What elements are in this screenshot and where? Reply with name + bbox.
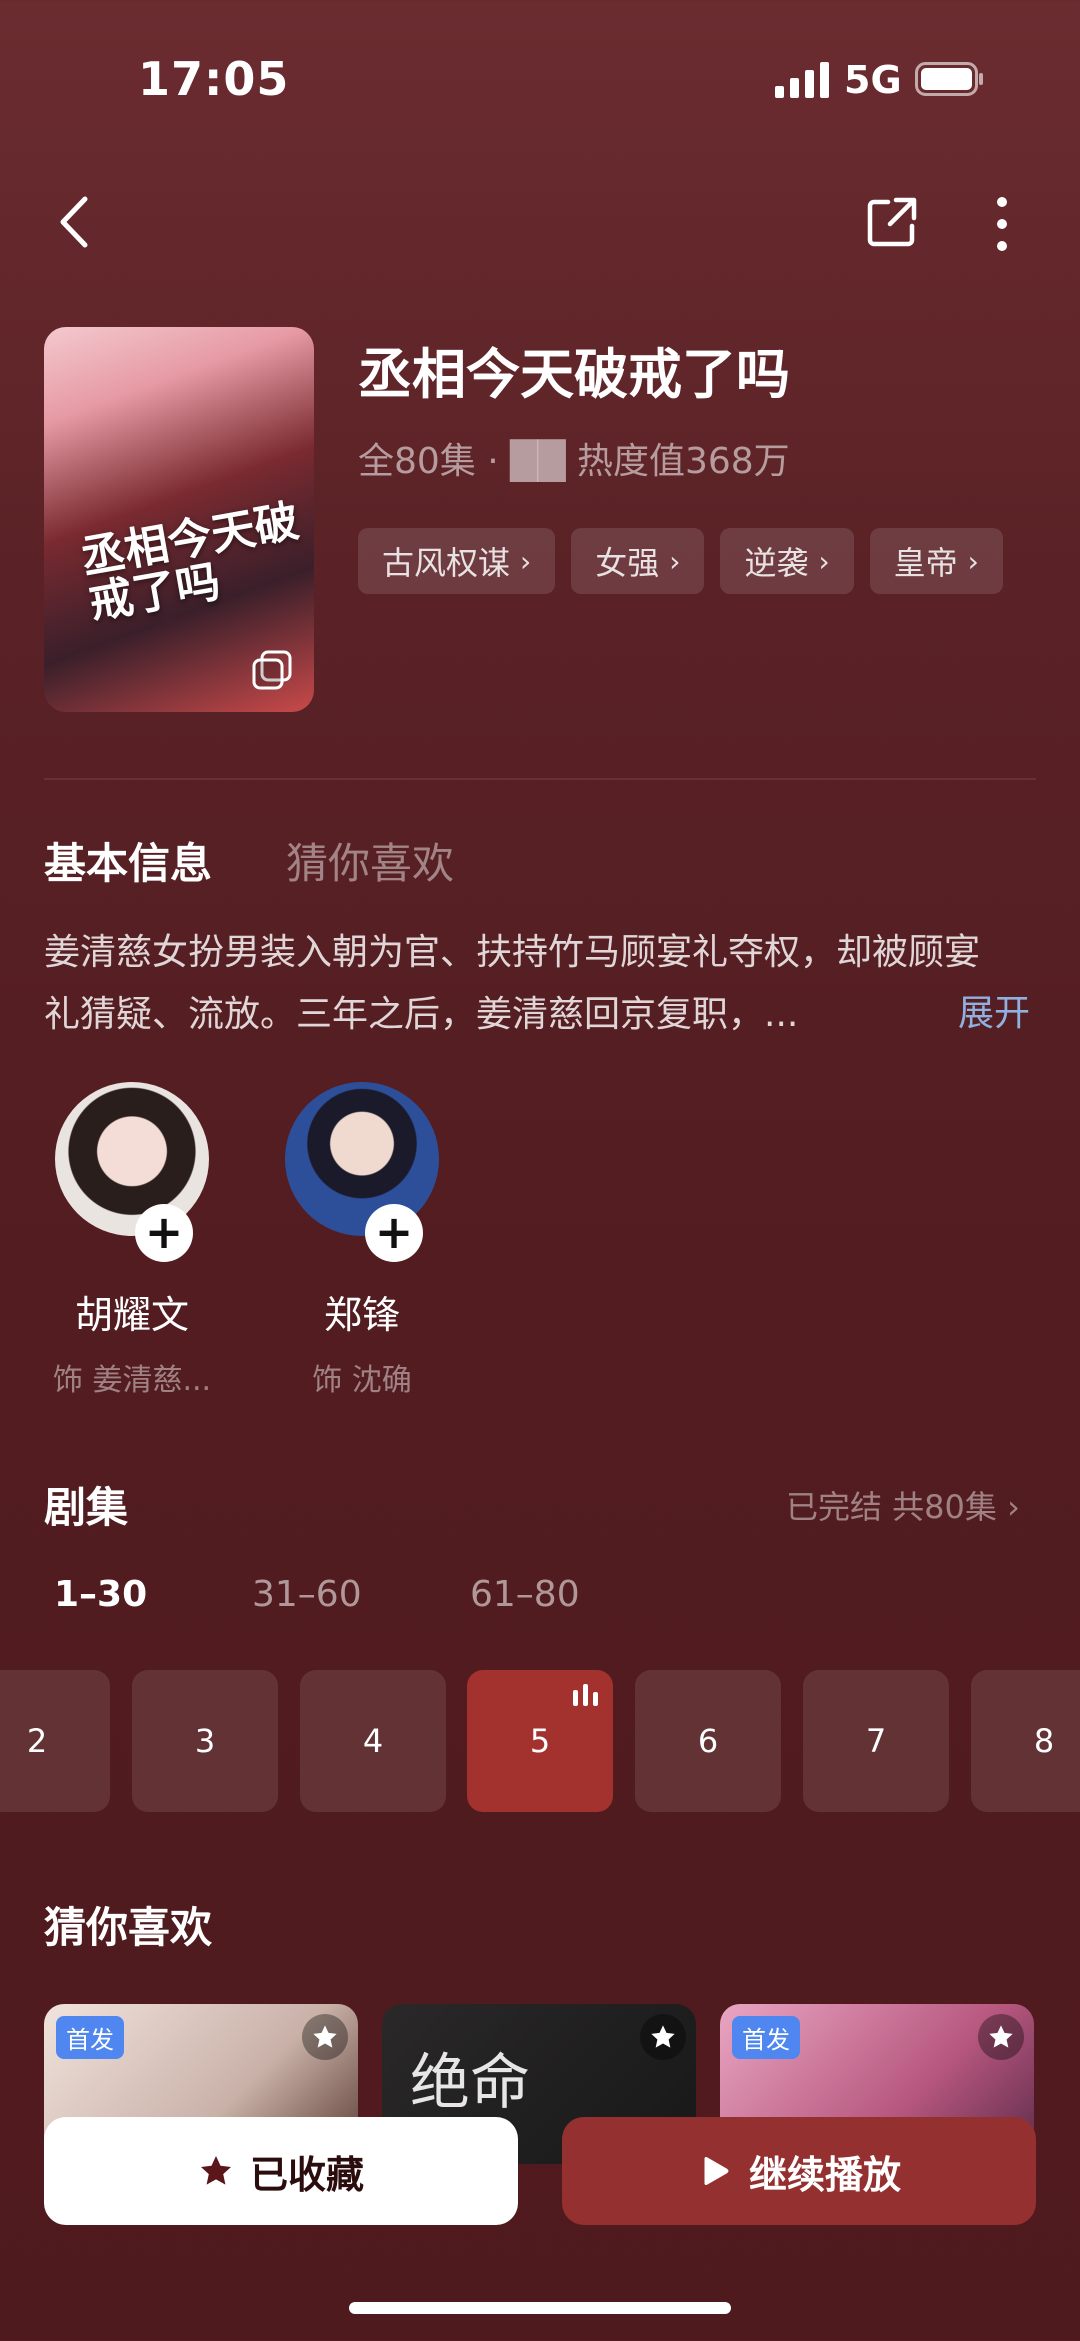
chevron-right-icon: › xyxy=(967,544,979,578)
tag-chip[interactable]: 古风权谋 › xyxy=(358,528,556,594)
range-tab-3[interactable]: 61–80 xyxy=(470,1574,580,1615)
first-release-badge: 首发 xyxy=(732,2016,800,2059)
cast-member[interactable]: + 胡耀文 饰 姜清慈... xyxy=(32,1082,232,1399)
follow-plus-icon[interactable]: + xyxy=(365,1204,423,1262)
episode-button[interactable]: 4 xyxy=(300,1670,446,1812)
card-cover-text: 绝命 xyxy=(410,2048,530,2118)
avatar xyxy=(55,1082,209,1236)
chevron-right-icon: › xyxy=(1007,1488,1020,1526)
back-icon[interactable] xyxy=(55,195,95,249)
episodes-title: 剧集 xyxy=(44,1483,129,1532)
signal-icon xyxy=(775,62,829,98)
tag-chip[interactable]: 女强 › xyxy=(571,528,705,594)
tag-list: 古风权谋 › 女强 › 逆袭 › 皇帝 › xyxy=(358,528,1003,594)
episode-button[interactable]: 7 xyxy=(803,1670,949,1812)
drama-meta: 全80集 · ██ 热度值368万 xyxy=(358,441,790,482)
network-label: 5G xyxy=(844,58,902,102)
home-indicator xyxy=(349,2302,731,2314)
cast-name: 郑锋 xyxy=(323,1293,400,1337)
first-release-badge: 首发 xyxy=(56,2016,124,2059)
battery-icon xyxy=(915,62,983,96)
cast-name: 胡耀文 xyxy=(74,1293,189,1337)
tab-guess-you-like[interactable]: 猜你喜欢 xyxy=(286,830,454,891)
episodes-status-link[interactable]: 已完结 共80集 › xyxy=(786,1482,1020,1528)
tag-chip[interactable]: 皇帝 › xyxy=(869,528,1003,594)
cast-role: 饰 沈确 xyxy=(312,1363,412,1398)
star-icon[interactable] xyxy=(978,2014,1024,2060)
share-icon[interactable] xyxy=(866,196,918,248)
chevron-right-icon: › xyxy=(818,544,830,578)
tag-chip[interactable]: 逆袭 › xyxy=(720,528,854,594)
expand-link[interactable]: 展开 xyxy=(958,984,1030,1036)
continue-play-button[interactable]: 继续播放 xyxy=(562,2117,1036,2225)
cast-member[interactable]: + 郑锋 饰 沈确 xyxy=(262,1082,462,1399)
star-icon[interactable] xyxy=(302,2014,348,2060)
range-tab-1[interactable]: 1–30 xyxy=(54,1574,147,1615)
range-tab-2[interactable]: 31–60 xyxy=(252,1574,362,1615)
episode-button[interactable]: 2 xyxy=(0,1670,110,1812)
saved-label: 已收藏 xyxy=(249,2152,364,2197)
star-icon xyxy=(200,2156,231,2185)
more-icon[interactable] xyxy=(990,196,1014,252)
tab-basic-info[interactable]: 基本信息 xyxy=(44,830,212,891)
episode-button[interactable]: 8 xyxy=(971,1670,1080,1812)
episode-button[interactable]: 6 xyxy=(635,1670,781,1812)
chevron-right-icon: › xyxy=(520,544,532,578)
status-time: 17:05 xyxy=(138,52,290,106)
recommend-title: 猜你喜欢 xyxy=(44,1903,213,1952)
gallery-icon xyxy=(252,650,292,690)
cover-title: 丞相今天破戒了吗 xyxy=(77,495,303,630)
follow-plus-icon[interactable]: + xyxy=(135,1204,193,1262)
episode-button[interactable]: 3 xyxy=(132,1670,278,1812)
play-label: 继续播放 xyxy=(748,2152,901,2197)
avatar xyxy=(285,1082,439,1236)
playing-bars-icon xyxy=(573,1684,598,1706)
chevron-right-icon: › xyxy=(669,544,681,578)
synopsis-text: 姜清慈女扮男装入朝为官、扶持竹马顾宴礼夺权，却被顾宴礼猜疑、流放。三年之后，姜清… xyxy=(44,932,981,1035)
star-icon[interactable] xyxy=(640,2014,686,2060)
play-icon xyxy=(704,2157,729,2185)
divider xyxy=(44,778,1036,780)
episode-button-current[interactable]: 5 xyxy=(467,1670,613,1812)
cast-role: 饰 姜清慈... xyxy=(52,1363,212,1398)
saved-button[interactable]: 已收藏 xyxy=(44,2117,518,2225)
drama-cover[interactable]: 丞相今天破戒了吗 xyxy=(44,327,314,712)
drama-title: 丞相今天破戒了吗 xyxy=(358,343,790,406)
